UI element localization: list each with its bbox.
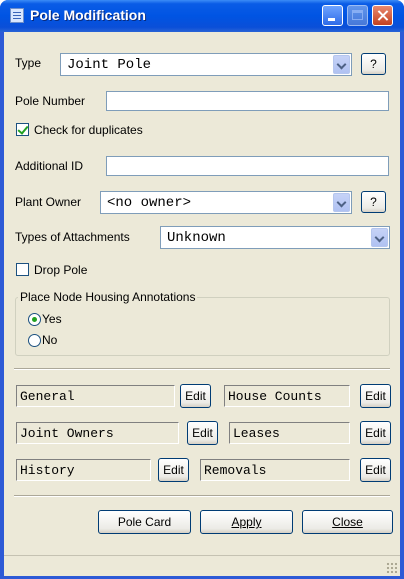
status-bar — [4, 555, 400, 576]
house-counts-text: House Counts — [228, 389, 322, 404]
chevron-down-icon[interactable] — [371, 228, 388, 247]
separator — [14, 495, 390, 497]
plant-owner-value: <no owner> — [107, 195, 192, 211]
drop-pole-checkbox[interactable] — [16, 263, 29, 276]
app-document-icon — [10, 8, 24, 23]
radio-no-label: No — [42, 333, 58, 347]
drop-pole-label: Drop Pole — [34, 263, 88, 277]
type-help-button[interactable]: ? — [361, 53, 386, 75]
pole-card-button[interactable]: Pole Card — [98, 510, 191, 534]
apply-button[interactable]: Apply — [200, 510, 293, 534]
check-duplicates-checkbox[interactable] — [16, 123, 29, 136]
separator — [14, 368, 390, 370]
house-counts-field: House Counts — [224, 385, 350, 407]
radio-no[interactable] — [28, 334, 41, 347]
resize-grip-icon[interactable] — [386, 562, 397, 573]
radio-yes-label: Yes — [42, 312, 62, 326]
plant-owner-help-button[interactable]: ? — [361, 191, 386, 213]
dialog-window: Pole Modification Type Joint Pole ? Pole… — [0, 0, 404, 579]
plant-owner-combo[interactable]: <no owner> — [100, 191, 352, 214]
joint-owners-edit-button[interactable]: Edit — [187, 421, 218, 445]
additional-id-input[interactable] — [106, 156, 389, 176]
type-label: Type — [15, 56, 42, 70]
history-text: History — [20, 463, 75, 478]
check-duplicates-label: Check for duplicates — [34, 123, 143, 137]
maximize-icon — [347, 5, 368, 26]
pole-number-label: Pole Number — [15, 94, 86, 108]
general-edit-button[interactable]: Edit — [180, 384, 211, 408]
close-button[interactable]: Close — [302, 510, 393, 534]
node-housing-title: Place Node Housing Annotations — [18, 290, 198, 304]
radio-yes[interactable] — [28, 313, 41, 326]
type-value: Joint Pole — [67, 57, 152, 73]
window-title: Pole Modification — [30, 7, 146, 23]
attachments-combo[interactable]: Unknown — [160, 226, 390, 249]
attachments-value: Unknown — [167, 230, 226, 246]
chevron-down-icon[interactable] — [333, 55, 350, 74]
removals-field: Removals — [200, 459, 350, 481]
title-bar[interactable]: Pole Modification — [0, 0, 404, 32]
node-housing-group — [15, 297, 390, 356]
joint-owners-text: Joint Owners — [20, 426, 114, 441]
chevron-down-icon[interactable] — [333, 193, 350, 212]
removals-edit-button[interactable]: Edit — [360, 458, 391, 482]
plant-owner-label: Plant Owner — [15, 195, 82, 209]
removals-text: Removals — [204, 463, 267, 478]
joint-owners-field: Joint Owners — [16, 422, 179, 444]
leases-edit-button[interactable]: Edit — [360, 421, 391, 445]
history-field: History — [16, 459, 151, 481]
history-edit-button[interactable]: Edit — [158, 458, 189, 482]
leases-field: Leases — [229, 422, 350, 444]
type-combo[interactable]: Joint Pole — [60, 53, 352, 76]
minimize-icon[interactable] — [322, 5, 343, 26]
house-counts-edit-button[interactable]: Edit — [360, 384, 391, 408]
dialog-body: Type Joint Pole ? Pole Number Check for … — [4, 32, 400, 575]
additional-id-label: Additional ID — [15, 159, 84, 173]
general-field: General — [16, 385, 175, 407]
pole-number-input[interactable] — [106, 91, 389, 111]
attachments-label: Types of Attachments — [15, 230, 130, 244]
close-icon[interactable] — [372, 5, 393, 26]
general-text: General — [20, 389, 75, 404]
leases-text: Leases — [233, 426, 280, 441]
